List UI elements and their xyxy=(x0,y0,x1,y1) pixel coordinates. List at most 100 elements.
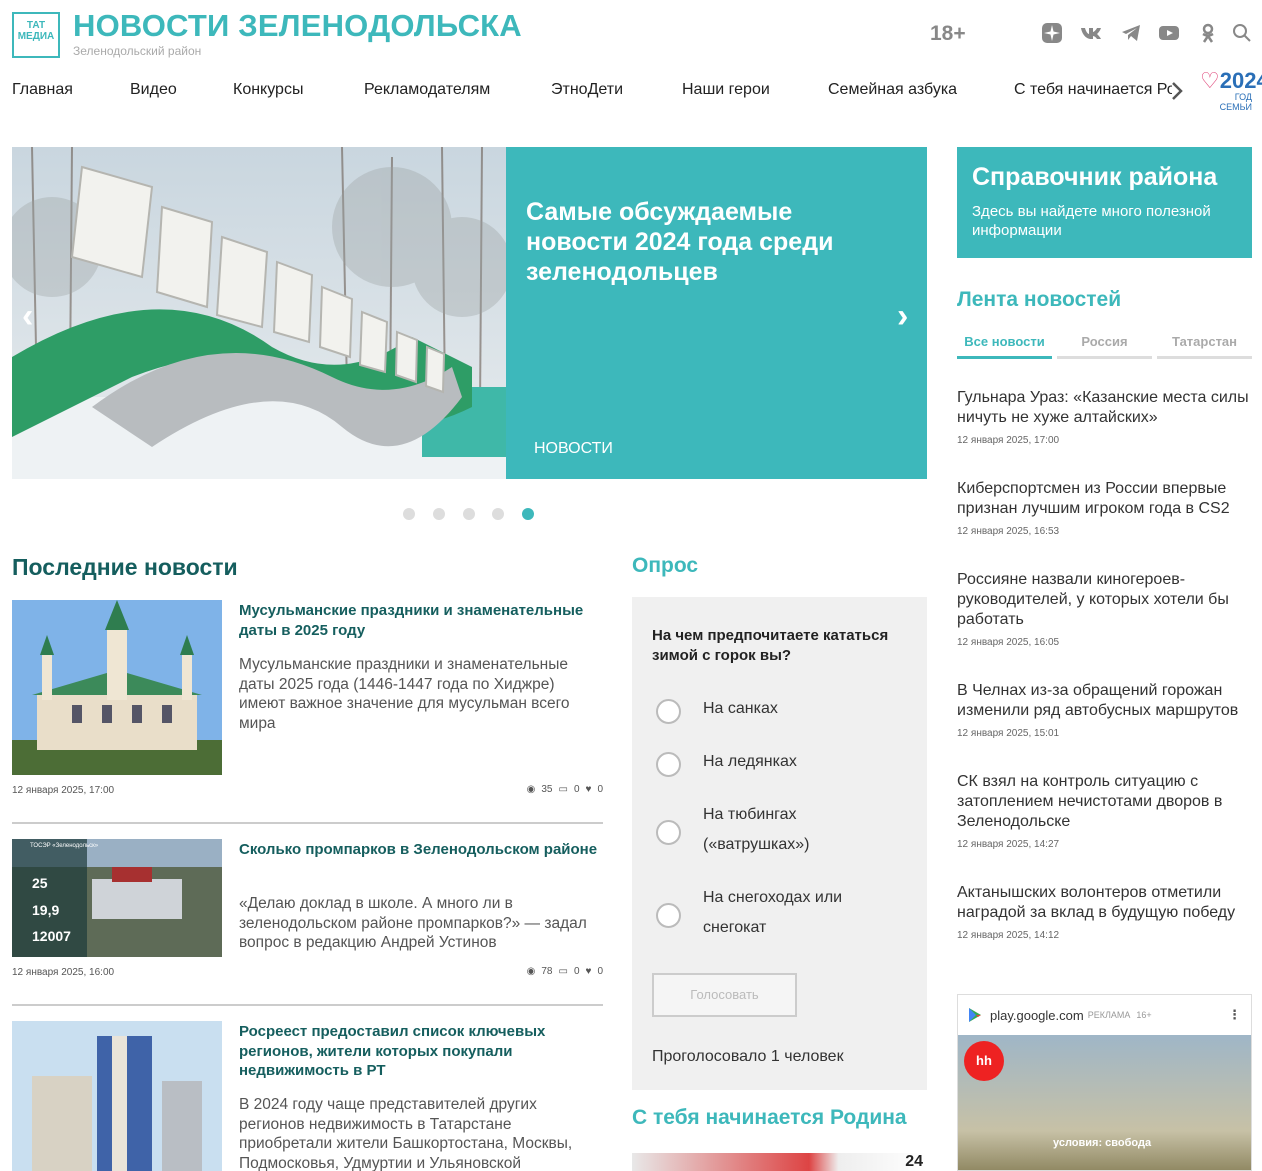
feed-item[interactable]: Россияне назвали киногероев-руководителе… xyxy=(957,570,1252,648)
google-play-icon xyxy=(969,1008,981,1022)
ad-menu-icon[interactable]: ⋮ xyxy=(1228,1007,1241,1023)
slider-dot-5-active[interactable] xyxy=(522,508,534,520)
news-title[interactable]: Росреест предоставил список ключевых рег… xyxy=(239,1022,603,1081)
news-feed-title: Лента новостей xyxy=(957,288,1122,311)
news-date: 12 января 2025, 16:00 xyxy=(12,967,115,978)
nav-item-ethnokids[interactable]: ЭтноДети xyxy=(551,81,623,99)
poll-option-2[interactable]: На ледянках xyxy=(703,747,903,777)
news-title[interactable]: Сколько промпарков в Зеленодольском райо… xyxy=(239,840,603,860)
vk-icon[interactable] xyxy=(1080,22,1102,44)
year-logo-number: 2024 xyxy=(1219,68,1262,93)
news-image-buildings[interactable] xyxy=(12,1021,222,1171)
poll-radio-4[interactable] xyxy=(656,903,681,928)
feed-item-title[interactable]: Актанышских волонтеров отметили наградой… xyxy=(957,883,1252,923)
rodina-badge: 24 xyxy=(905,1153,923,1170)
image-caption: ТОСЭР «Зеленодольск» xyxy=(30,843,99,849)
comments-icon[interactable]: ▭ xyxy=(558,784,567,795)
nav-item-family-abc[interactable]: Семейная азбука xyxy=(828,81,957,99)
news-title[interactable]: Мусульманские праздники и знаменательные… xyxy=(239,601,603,640)
feed-item[interactable]: Актанышских волонтеров отметили наградой… xyxy=(957,883,1252,941)
slider-dot-4[interactable] xyxy=(492,508,504,520)
news-stats: ◉ 78 ▭ 0 ♥ 0 xyxy=(506,966,603,977)
logo-bottom: МЕДИА xyxy=(17,31,55,42)
ad-domain[interactable]: play.google.com xyxy=(990,1008,1084,1023)
search-icon[interactable] xyxy=(1231,22,1253,44)
poll-option-3[interactable]: На тюбингах («ватрушках») xyxy=(703,800,903,860)
image-number-2: 19,9 xyxy=(32,902,60,918)
district-directory-banner[interactable]: Справочник района Здесь вы найдете много… xyxy=(957,147,1252,258)
slider-dot-1[interactable] xyxy=(403,508,415,520)
slider-image[interactable] xyxy=(12,147,506,479)
poll-title: Опрос xyxy=(632,554,699,577)
vote-button[interactable]: Голосовать xyxy=(652,973,797,1017)
feed-item-date: 12 января 2025, 15:01 xyxy=(957,728,1060,739)
feed-item-date: 12 января 2025, 16:05 xyxy=(957,637,1060,648)
ad-label: РЕКЛАМА xyxy=(1087,1010,1131,1020)
zen-icon[interactable] xyxy=(1041,22,1063,44)
poll-question: На чем предпочитаете кататься зимой с го… xyxy=(652,627,889,664)
ad-age: 16+ xyxy=(1136,1010,1152,1020)
poll-option-1[interactable]: На санках xyxy=(703,694,903,724)
directory-description: Здесь вы найдете много полезной информац… xyxy=(972,203,1211,239)
tatmedia-logo[interactable]: ТАТ МЕДИА xyxy=(12,12,60,58)
poll-voted-count: Проголосовало 1 человек xyxy=(652,1048,844,1065)
poll-radio-1[interactable] xyxy=(656,699,681,724)
nav-item-rodina[interactable]: С тебя начинается Родина xyxy=(1014,81,1172,99)
directory-title: Справочник района xyxy=(972,163,1218,191)
news-lead: Мусульманские праздники и знаменательные… xyxy=(239,656,570,732)
feed-item-title[interactable]: Россияне назвали киногероев-руководителе… xyxy=(957,570,1252,630)
feed-item[interactable]: СК взял на контроль ситуацию с затоплени… xyxy=(957,772,1252,850)
tab-all-news[interactable]: Все новости xyxy=(957,331,1052,359)
like-icon[interactable]: ♥ xyxy=(586,784,592,795)
ad-block[interactable]: play.google.com РЕКЛАМА 16+ ⋮ hh условия… xyxy=(957,994,1252,1171)
slider-dot-3[interactable] xyxy=(463,508,475,520)
latest-news-title: Последние новости xyxy=(12,554,238,580)
poll-option-4[interactable]: На снегоходах или снегокат xyxy=(703,883,903,943)
feed-item-title[interactable]: Гульнара Ураз: «Казанские места силы нич… xyxy=(957,388,1252,428)
poll-radio-2[interactable] xyxy=(656,752,681,777)
feed-item-title[interactable]: В Челнах из-за обращений горожан изменил… xyxy=(957,681,1252,721)
site-title[interactable]: НОВОСТИ ЗЕЛЕНОДОЛЬСКА xyxy=(73,8,522,44)
feed-item[interactable]: Киберспортсмен из России впервые признан… xyxy=(957,479,1252,537)
rodina-section-title[interactable]: С тебя начинается Родина xyxy=(632,1106,907,1130)
nav-item-video[interactable]: Видео xyxy=(130,81,177,99)
nav-item-contests[interactable]: Конкурсы xyxy=(233,81,303,99)
slide-category[interactable]: НОВОСТИ xyxy=(534,440,613,458)
rodina-banner-image[interactable]: 24 xyxy=(632,1153,927,1171)
ad-image[interactable]: hh условия: свобода xyxy=(958,1035,1251,1170)
views-icon: ◉ xyxy=(526,784,536,795)
news-divider xyxy=(12,822,603,824)
feed-item-date: 12 января 2025, 17:00 xyxy=(957,435,1060,446)
odnoklassniki-icon[interactable] xyxy=(1197,22,1219,44)
tab-russia[interactable]: Россия xyxy=(1057,331,1152,359)
slider-dot-2[interactable] xyxy=(433,508,445,520)
nav-item-advertisers[interactable]: Рекламодателям xyxy=(364,81,490,99)
feed-item[interactable]: Гульнара Ураз: «Казанские места силы нич… xyxy=(957,388,1252,446)
telegram-icon[interactable] xyxy=(1120,22,1142,44)
feed-item-title[interactable]: Киберспортсмен из России впервые признан… xyxy=(957,479,1252,519)
nav-item-home[interactable]: Главная xyxy=(12,81,73,99)
feed-item-title[interactable]: СК взял на контроль ситуацию с затоплени… xyxy=(957,772,1252,832)
ad-brand-icon: hh xyxy=(964,1041,1004,1081)
feed-item-date: 12 января 2025, 14:27 xyxy=(957,839,1060,850)
nav-item-heroes[interactable]: Наши герои xyxy=(682,81,770,99)
main-nav: Главная Видео Конкурсы Рекламодателям Эт… xyxy=(12,81,1172,105)
year-of-family-logo[interactable]: ♡2024 ГОД СЕМЬИ xyxy=(1200,70,1262,113)
news-feed-tabs: Все новости Россия Татарстан xyxy=(957,331,1252,359)
ad-header: play.google.com РЕКЛАМА 16+ ⋮ xyxy=(958,995,1251,1035)
feed-item[interactable]: В Челнах из-за обращений горожан изменил… xyxy=(957,681,1252,739)
tab-tatarstan[interactable]: Татарстан xyxy=(1157,331,1252,359)
nav-next-arrow-icon[interactable] xyxy=(1170,80,1184,108)
news-lead: «Делаю доклад в школе. А много ли в зеле… xyxy=(239,895,587,951)
poll-radio-3[interactable] xyxy=(656,820,681,845)
image-number-3: 12007 xyxy=(32,928,71,944)
news-image-mosque[interactable] xyxy=(12,600,222,775)
image-number-1: 25 xyxy=(32,875,48,891)
slide-title[interactable]: Самые обсуждаемые новости 2024 года сред… xyxy=(526,197,886,287)
youtube-icon[interactable] xyxy=(1158,22,1180,44)
slider-prev-button[interactable]: ‹ xyxy=(22,297,33,336)
comments-icon[interactable]: ▭ xyxy=(558,966,567,977)
like-icon[interactable]: ♥ xyxy=(586,966,592,977)
news-image-industrial-park[interactable]: ТОСЭР «Зеленодольск» 25 19,9 12007 xyxy=(12,839,222,957)
slider-next-button[interactable]: › xyxy=(897,297,908,336)
